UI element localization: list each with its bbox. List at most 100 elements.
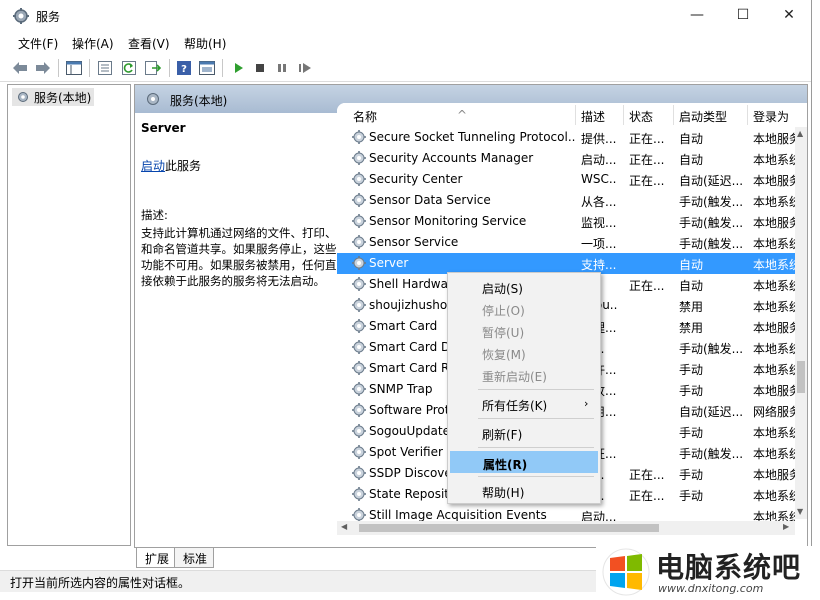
- service-name-cell: Sensor Service: [369, 235, 459, 249]
- context-menu: 启动(S) 停止(O) 暂停(U) 恢复(M) 重新启动(E) 所有任务(K) ›…: [447, 272, 601, 504]
- table-row[interactable]: Server 支持... 自动 本地系统: [337, 253, 795, 274]
- service-startup-type-cell: 手动(触发...: [679, 447, 744, 461]
- service-startup-type-cell: 手动(触发...: [679, 237, 744, 251]
- maximize-button[interactable]: ☐: [720, 0, 766, 30]
- service-logon-cell: 网络服务: [753, 405, 795, 419]
- menu-item-stop[interactable]: 停止(O): [450, 298, 598, 320]
- title-bar: 服务 — ☐ ✕: [0, 0, 811, 32]
- menu-file[interactable]: 文件(F): [18, 35, 58, 52]
- start-icon[interactable]: [228, 58, 248, 78]
- service-gear-icon: [352, 361, 366, 375]
- service-startup-type-cell: 自动(延迟...: [679, 174, 744, 188]
- menu-item-label: 刷新(F): [482, 428, 523, 442]
- service-status-cell: 正在...: [629, 132, 665, 146]
- service-gear-icon: [352, 193, 366, 207]
- restart-icon[interactable]: [295, 58, 315, 78]
- vertical-scrollbar[interactable]: ▲ ▼: [795, 127, 807, 519]
- service-description-cell: 启动...: [581, 153, 617, 167]
- stop-icon[interactable]: [250, 58, 270, 78]
- service-gear-icon: [352, 445, 366, 459]
- service-logon-cell: 本地系统: [753, 279, 795, 293]
- table-row[interactable]: Secure Socket Tunneling Protocol... 提供...…: [337, 127, 795, 148]
- column-header-startup-type[interactable]: 启动类型: [679, 108, 727, 125]
- show-tree-icon[interactable]: [64, 58, 84, 78]
- service-name-cell: Sensor Monitoring Service: [369, 214, 527, 228]
- service-gear-icon: [352, 466, 366, 480]
- submenu-arrow-icon: ›: [584, 397, 589, 410]
- minimize-button[interactable]: —: [674, 0, 720, 30]
- menu-item-refresh[interactable]: 刷新(F): [450, 422, 598, 444]
- table-row[interactable]: Sensor Service 一项... 手动(触发... 本地系统: [337, 232, 795, 253]
- column-header-description[interactable]: 描述: [581, 108, 605, 125]
- scroll-left-icon[interactable]: ◀: [341, 522, 347, 531]
- column-header-status[interactable]: 状态: [629, 108, 653, 125]
- menu-item-start[interactable]: 启动(S): [450, 276, 598, 298]
- table-row[interactable]: Security Accounts Manager 启动... 正在... 自动 本地系…: [337, 148, 795, 169]
- service-startup-type-cell: 禁用: [679, 321, 704, 335]
- service-startup-type-cell: 自动(延迟...: [679, 405, 744, 419]
- tree-item-label: 服务(本地): [34, 91, 92, 105]
- service-logon-cell: 本地系统: [753, 153, 795, 167]
- view-tabs: 扩展 标准: [134, 548, 434, 568]
- scroll-down-icon[interactable]: ▼: [797, 507, 803, 516]
- table-row[interactable]: Sensor Monitoring Service 监视... 手动(触发... 本地…: [337, 211, 795, 232]
- description-panel: Server 启动此服务 描述: 支持此计算机通过网络的文件、打印、和命名管道共…: [135, 113, 337, 547]
- horizontal-scrollbar[interactable]: ◀ ▶: [337, 521, 795, 535]
- menu-item-label: 恢复(M): [482, 348, 526, 362]
- service-startup-type-cell: 手动: [679, 426, 704, 440]
- vertical-scroll-thumb[interactable]: [797, 361, 805, 393]
- service-gear-icon: [352, 424, 366, 438]
- menu-view[interactable]: 查看(V): [128, 35, 170, 52]
- menu-help[interactable]: 帮助(H): [184, 35, 226, 52]
- service-gear-icon: [352, 256, 366, 270]
- menu-item-help[interactable]: 帮助(H): [450, 480, 598, 502]
- menu-item-pause[interactable]: 暂停(U): [450, 320, 598, 342]
- service-logon-cell: 本地服务: [753, 216, 795, 230]
- start-service-link[interactable]: 启动: [141, 159, 165, 173]
- service-startup-type-cell: 手动(触发...: [679, 195, 744, 209]
- refresh-icon[interactable]: [119, 58, 139, 78]
- menu-item-properties[interactable]: 属性(R): [450, 451, 598, 473]
- tab-extended[interactable]: 扩展: [136, 548, 177, 568]
- service-status-cell: 正在...: [629, 174, 665, 188]
- tree-item-services-local[interactable]: 服务(本地): [12, 88, 95, 106]
- tab-standard[interactable]: 标准: [174, 548, 215, 568]
- service-startup-type-cell: 自动: [679, 258, 704, 272]
- export-icon[interactable]: [143, 58, 163, 78]
- menu-item-label: 重新启动(E): [482, 370, 547, 384]
- service-startup-type-cell: 自动: [679, 132, 704, 146]
- help-icon[interactable]: ?: [174, 58, 194, 78]
- properties-icon[interactable]: [95, 58, 115, 78]
- forward-icon[interactable]: [33, 58, 53, 78]
- services-gear-icon: [18, 92, 28, 102]
- service-name-cell: Still Image Acquisition Events: [369, 508, 547, 522]
- service-startup-type-cell: 自动: [679, 153, 704, 167]
- console-icon[interactable]: [197, 58, 217, 78]
- watermark-url: www.dnxitong.com: [658, 582, 764, 595]
- column-header-name[interactable]: 名称: [353, 108, 377, 125]
- scroll-up-icon[interactable]: ▲: [797, 129, 803, 138]
- service-gear-icon: [352, 403, 366, 417]
- service-gear-icon: [352, 298, 366, 312]
- service-startup-type-cell: 禁用: [679, 300, 704, 314]
- service-logon-cell: 本地系统: [753, 237, 795, 251]
- table-row[interactable]: Security Center WSC... 正在... 自动(延迟... 本地服务: [337, 169, 795, 190]
- scroll-right-icon[interactable]: ▶: [783, 522, 789, 531]
- description-label: 描述:: [141, 208, 168, 222]
- svg-text:?: ?: [181, 64, 187, 75]
- service-name-cell: Secure Socket Tunneling Protocol...: [369, 130, 575, 144]
- table-row[interactable]: Sensor Data Service 从各... 手动(触发... 本地系统: [337, 190, 795, 211]
- service-gear-icon: [352, 487, 366, 501]
- menu-item-restart[interactable]: 重新启动(E): [450, 364, 598, 386]
- description-text: 支持此计算机通过网络的文件、打印、和命名管道共享。如果服务停止，这些功能不可用。…: [141, 226, 337, 288]
- horizontal-scroll-thumb[interactable]: [359, 524, 659, 532]
- close-button[interactable]: ✕: [766, 0, 811, 30]
- column-header-logon[interactable]: 登录为: [753, 108, 789, 125]
- menu-item-all-tasks[interactable]: 所有任务(K) ›: [450, 393, 598, 415]
- menu-item-resume[interactable]: 恢复(M): [450, 342, 598, 364]
- menu-action[interactable]: 操作(A): [72, 35, 114, 52]
- service-startup-type-cell: 手动: [679, 363, 704, 377]
- back-icon[interactable]: [10, 58, 30, 78]
- pause-icon[interactable]: [272, 58, 292, 78]
- service-logon-cell: 本地系统: [753, 489, 795, 503]
